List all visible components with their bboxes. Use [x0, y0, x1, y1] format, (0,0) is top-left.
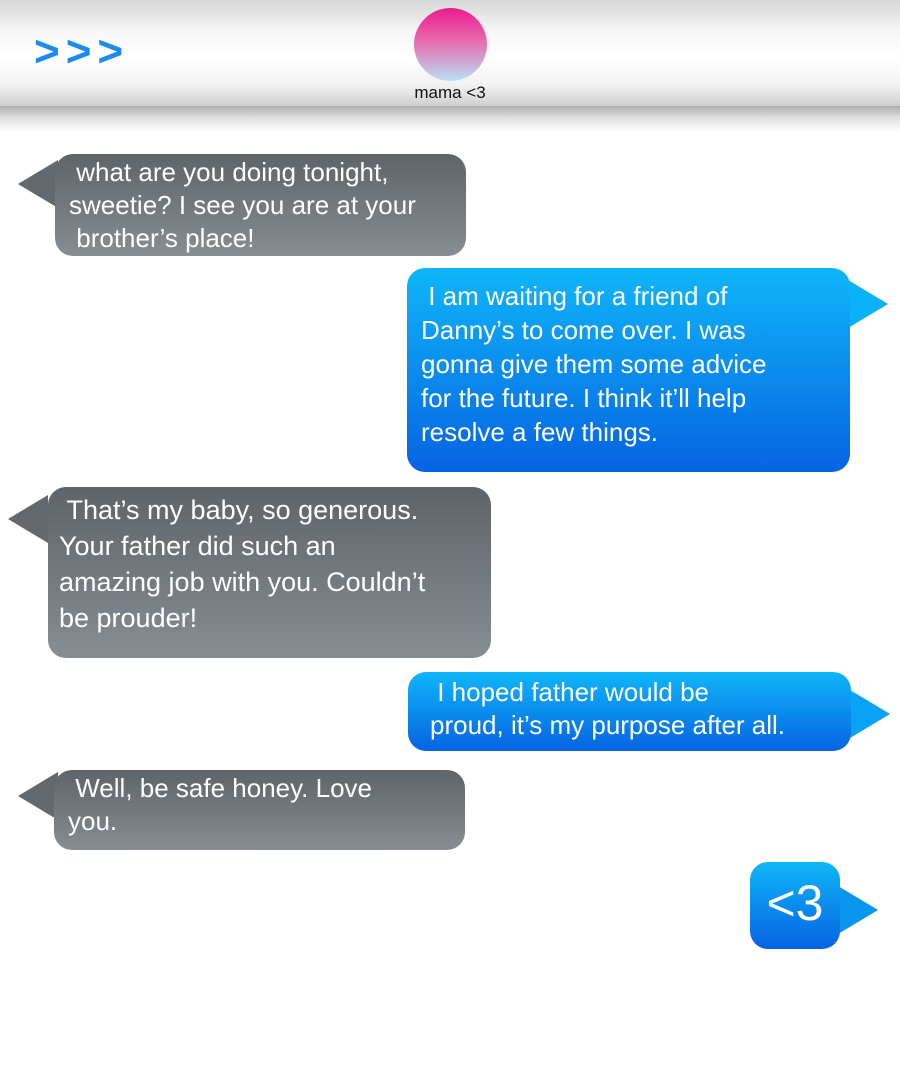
contact-name[interactable]: mama <3	[370, 83, 530, 103]
sent-message-bubble[interactable]: I am waiting for a friend of Danny’s to …	[407, 268, 850, 472]
received-message-bubble[interactable]: what are you doing tonight, sweetie? I s…	[55, 154, 466, 256]
sent-heart-bubble[interactable]: <3	[750, 862, 840, 949]
header-shadow	[0, 106, 900, 132]
bubble-tail	[18, 772, 58, 820]
sent-message-bubble[interactable]: I hoped father would be proud, it’s my p…	[408, 672, 851, 751]
received-message-bubble[interactable]: That’s my baby, so generous. Your father…	[48, 487, 491, 658]
back-button[interactable]: >>>	[34, 26, 129, 78]
received-message-bubble[interactable]: Well, be safe honey. Love you.	[54, 770, 465, 850]
bubble-tail	[848, 280, 888, 328]
contact-avatar[interactable]	[414, 8, 487, 81]
bubble-tail	[850, 690, 890, 738]
bubble-tail	[838, 886, 878, 934]
bubble-tail	[18, 160, 58, 208]
bubble-tail	[8, 495, 48, 543]
